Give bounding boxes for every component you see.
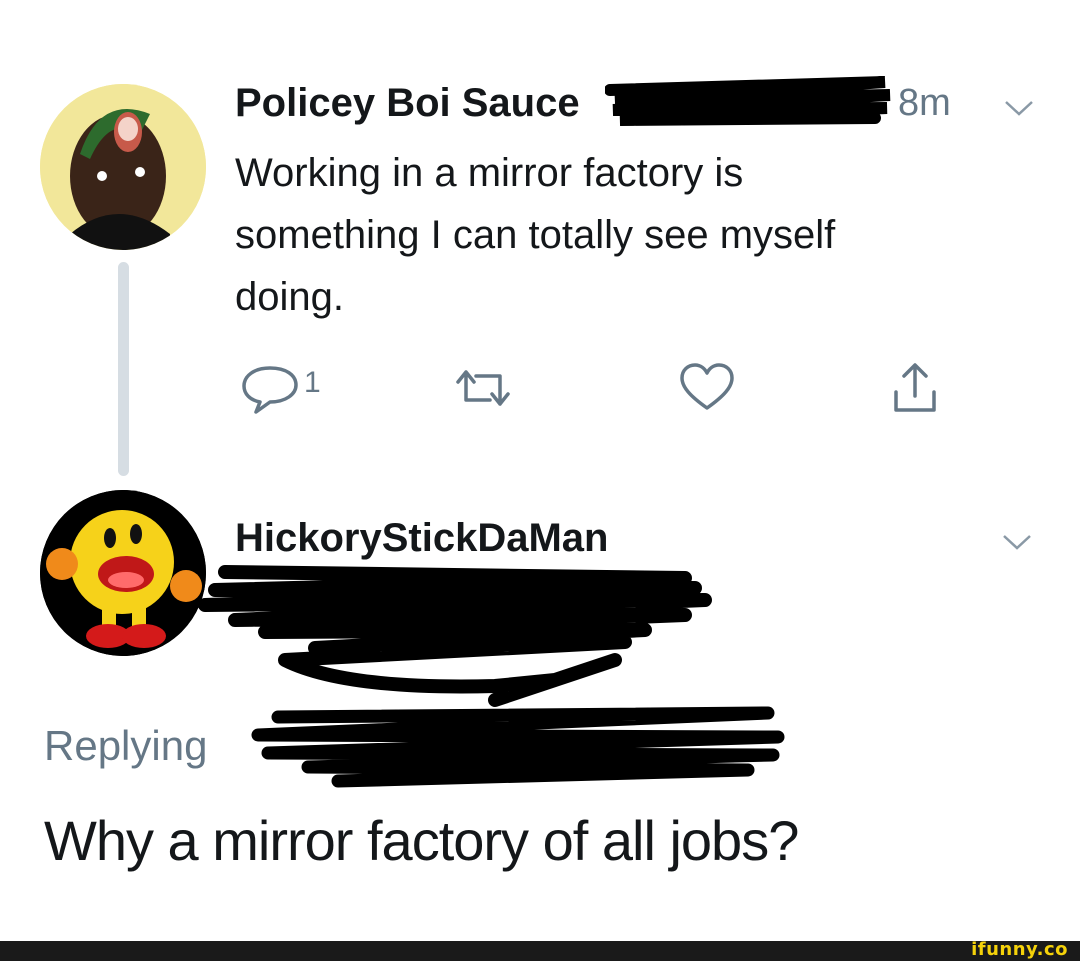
screenshot: Policey Boi Sauce 8m Working in a mirror… [0,0,1080,961]
tweet1-action-bar [0,360,1080,420]
replying-to-label: Replying [44,722,208,769]
redaction-scribble-mention [251,706,785,788]
ifunny-watermark: ifunny.co [971,939,1068,960]
avatar-hickorystickdaman[interactable] [40,490,206,656]
tweet1-text: Working in a mirror factory is something… [235,151,836,319]
tweet1-reply-count: 1 [304,366,321,399]
avatar-policey-boi-sauce[interactable] [40,84,206,250]
chevron-down-icon[interactable] [1002,96,1036,120]
redaction-scribble-handle [605,76,891,126]
tweet2-author-name[interactable]: HickoryStickDaMan [235,516,608,561]
tweet1-author-name[interactable]: Policey Boi Sauce [235,81,580,126]
like-icon[interactable] [678,360,736,416]
watermark-bar: ifunny.co [0,939,1080,961]
avatar-image [40,490,206,656]
redaction-scribble-handle [198,565,712,707]
tweet1-timestamp[interactable]: 8m [898,82,951,125]
tweet2-text: Why a mirror factory of all jobs? [44,809,799,872]
avatar-image [40,84,206,250]
share-icon[interactable] [890,360,940,416]
retweet-icon[interactable] [450,360,516,416]
chevron-down-icon[interactable] [1000,530,1034,554]
reply-icon[interactable] [238,360,302,416]
